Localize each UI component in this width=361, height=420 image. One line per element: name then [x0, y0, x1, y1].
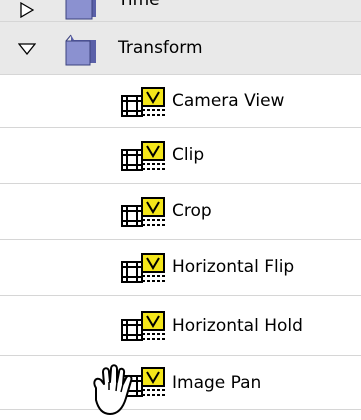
effect-icon	[121, 311, 166, 341]
folder-icon	[65, 34, 96, 66]
item-label: Camera View	[172, 91, 285, 111]
tree-item-camera-view[interactable]: Camera View	[0, 75, 361, 128]
folder-icon	[65, 0, 96, 20]
hand-cursor-icon	[93, 364, 133, 415]
folder-label: Transform	[118, 38, 203, 58]
tree-item-horizontal-flip[interactable]: Horizontal Flip	[0, 240, 361, 296]
item-label: Image Pan	[172, 373, 262, 393]
tree-item-image-pan[interactable]: Image Pan	[0, 356, 361, 410]
effect-icon	[121, 197, 166, 227]
tree-item-crop[interactable]: Crop	[0, 184, 361, 240]
tree-item-horizontal-hold[interactable]: Horizontal Hold	[0, 296, 361, 356]
effect-icon	[121, 141, 166, 171]
folder-label: Time	[118, 0, 160, 10]
tree-item-clip[interactable]: Clip	[0, 128, 361, 184]
disclosure-triangle-collapsed-icon[interactable]	[20, 2, 34, 18]
disclosure-triangle-expanded-icon[interactable]	[18, 43, 36, 55]
item-label: Horizontal Flip	[172, 257, 295, 277]
effect-icon	[121, 253, 166, 283]
effect-icon	[121, 87, 166, 117]
item-label: Crop	[172, 201, 212, 221]
tree-folder-time[interactable]: Time	[0, 0, 361, 22]
item-label: Horizontal Hold	[172, 316, 303, 336]
tree-folder-transform[interactable]: Transform	[0, 22, 361, 75]
item-label: Clip	[172, 145, 205, 165]
tree-item-next	[0, 410, 361, 420]
